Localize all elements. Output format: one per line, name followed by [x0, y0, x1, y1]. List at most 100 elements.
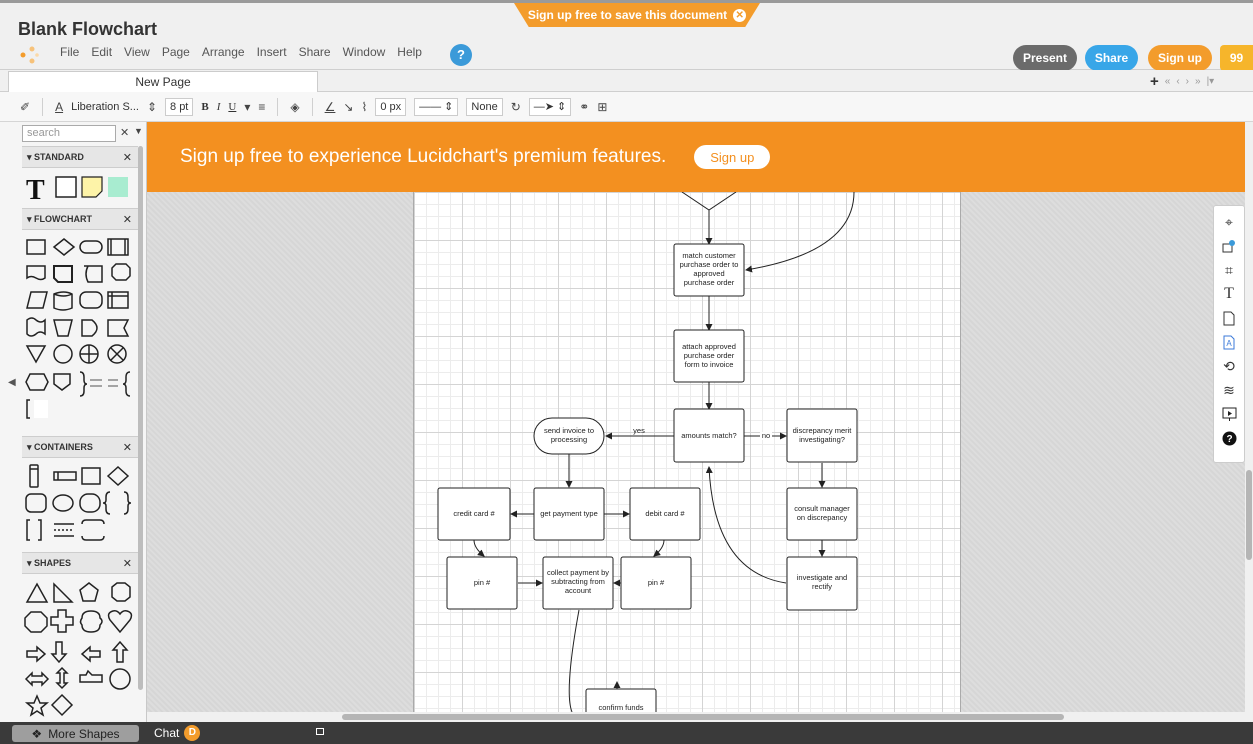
signup-button[interactable]: Sign up: [1148, 45, 1212, 71]
menu-insert[interactable]: Insert: [257, 45, 287, 59]
container-shapes[interactable]: [24, 462, 136, 546]
format-painter-icon[interactable]: ✐: [20, 100, 30, 114]
share-button[interactable]: Share: [1085, 45, 1138, 71]
chat-button[interactable]: Chat D: [154, 725, 201, 741]
section-shapes-label: SHAPES: [34, 558, 72, 568]
presentation-icon[interactable]: [1219, 404, 1239, 424]
section-flowchart[interactable]: ▾ FLOWCHART ✕: [22, 208, 138, 230]
node-match-label: approved: [693, 269, 724, 278]
search-menu-icon[interactable]: ▼: [134, 126, 143, 136]
line-width-field[interactable]: 0 px: [375, 97, 407, 116]
font-select[interactable]: Liberation S...: [71, 101, 139, 113]
revision-history-icon[interactable]: ⟲: [1219, 356, 1239, 376]
crosshair-icon[interactable]: ⌖: [1219, 212, 1239, 232]
bold-button[interactable]: B: [201, 101, 208, 113]
promo-signup-button[interactable]: Sign up: [694, 145, 771, 169]
page-settings-icon[interactable]: A: [1219, 332, 1239, 352]
menu-window[interactable]: Window: [343, 45, 386, 59]
menu-arrange[interactable]: Arrange: [202, 45, 245, 59]
fill-bucket-icon[interactable]: [1219, 236, 1239, 256]
line-color-icon[interactable]: ∠: [325, 100, 336, 114]
drawing-canvas[interactable]: match customer purchase order to approve…: [147, 192, 1253, 712]
layers-icon[interactable]: ≋: [1219, 380, 1239, 400]
text-color-icon[interactable]: A: [55, 100, 63, 114]
close-icon[interactable]: ✕: [733, 8, 747, 22]
save-signup-text[interactable]: Sign up free to save this document: [528, 8, 727, 22]
section-containers[interactable]: ▾ CONTAINERS ✕: [22, 436, 138, 458]
vertical-scroll-thumb[interactable]: [1246, 470, 1252, 560]
connector[interactable]: [473, 539, 485, 557]
close-icon[interactable]: ✕: [123, 557, 132, 570]
vertical-scrollbar[interactable]: [1245, 122, 1253, 712]
page-icon[interactable]: [1219, 308, 1239, 328]
decision-shape-partial[interactable]: [681, 192, 737, 211]
align-icon[interactable]: ≡: [258, 100, 265, 114]
line-style-icon[interactable]: ↘: [343, 100, 353, 114]
menu-view[interactable]: View: [124, 45, 150, 59]
rotate-icon[interactable]: ↻: [511, 100, 521, 114]
feedback-button[interactable]: 99: [1220, 45, 1253, 71]
link-icon[interactable]: ⚭: [579, 100, 589, 114]
underline-button[interactable]: U: [228, 101, 236, 113]
arrow-style-select[interactable]: —➤ ⇕: [528, 97, 572, 116]
connector[interactable]: [705, 466, 787, 584]
menu-page[interactable]: Page: [162, 45, 190, 59]
menu-share[interactable]: Share: [299, 45, 331, 59]
flowchart-shapes[interactable]: [24, 234, 136, 430]
italic-button[interactable]: I: [217, 101, 221, 113]
hop-icon[interactable]: ⌇: [361, 100, 367, 114]
collapse-sidebar-icon[interactable]: ◀: [8, 377, 16, 389]
position-icon[interactable]: ⌗: [1219, 260, 1239, 280]
menu-help[interactable]: Help: [397, 45, 422, 59]
shape-search-input[interactable]: search: [22, 125, 116, 142]
shape-library-sidebar: ◀ search ✕ ▼ ▾ STANDARD ✕ T ▾ FLOWCHART ✕: [0, 122, 147, 722]
svg-text:T: T: [26, 175, 45, 204]
standard-shapes[interactable]: T: [24, 172, 134, 204]
connector[interactable]: [745, 192, 855, 273]
tab-new-page[interactable]: New Page: [8, 71, 318, 92]
flowchart-diagram[interactable]: match customer purchase order to approve…: [414, 192, 962, 712]
present-button[interactable]: Present: [1013, 45, 1077, 71]
chevron-down-icon[interactable]: ▾: [244, 100, 250, 114]
help-icon[interactable]: ?: [450, 44, 472, 66]
basic-shapes[interactable]: [24, 578, 136, 722]
font-size-field[interactable]: 8 pt: [165, 97, 194, 116]
fill-color-icon[interactable]: ◈: [290, 100, 299, 114]
clear-search-icon[interactable]: ✕: [120, 126, 129, 139]
next-page-icon[interactable]: ›: [1186, 76, 1189, 87]
canvas-page[interactable]: match customer purchase order to approve…: [413, 192, 961, 712]
more-shapes-button[interactable]: ❖ More Shapes: [12, 725, 139, 742]
chevron-updown-icon[interactable]: ⇕: [147, 100, 157, 114]
section-shapes[interactable]: ▾ SHAPES ✕: [22, 552, 138, 574]
insert-shape-icon[interactable]: ⊞: [597, 100, 607, 114]
close-icon[interactable]: ✕: [123, 441, 132, 454]
help-icon[interactable]: ?: [1219, 428, 1239, 448]
close-icon[interactable]: ✕: [123, 213, 132, 226]
bottom-bar: ❖ More Shapes Chat D: [0, 722, 1253, 744]
horizontal-scroll-thumb[interactable]: [342, 714, 1064, 720]
close-icon[interactable]: ✕: [123, 151, 132, 164]
chat-window-icon[interactable]: [316, 728, 324, 735]
node-send-label: send invoice to: [544, 426, 594, 435]
line-dash-select[interactable]: —— ⇕: [414, 97, 459, 116]
section-standard[interactable]: ▾ STANDARD ✕: [22, 146, 138, 168]
page-menu-icon[interactable]: |▾: [1207, 76, 1215, 87]
text-icon[interactable]: T: [1219, 284, 1239, 304]
connector[interactable]: [653, 539, 665, 557]
end-style-select[interactable]: None: [466, 97, 503, 116]
menu-file[interactable]: File: [60, 45, 79, 59]
first-page-icon[interactable]: «: [1165, 76, 1171, 87]
horizontal-scrollbar[interactable]: [147, 712, 1253, 722]
lucidchart-logo-icon[interactable]: [18, 45, 40, 65]
save-signup-banner[interactable]: Sign up free to save this document ✕: [514, 3, 760, 27]
document-title[interactable]: Blank Flowchart: [18, 19, 157, 40]
node-collect-label: account: [565, 586, 592, 595]
node-consult-label: consult manager: [794, 504, 850, 513]
menu-edit[interactable]: Edit: [91, 45, 112, 59]
connector[interactable]: [568, 609, 580, 712]
prev-page-icon[interactable]: ‹: [1176, 76, 1179, 87]
last-page-icon[interactable]: »: [1195, 76, 1201, 87]
sidebar-scrollbar[interactable]: [138, 146, 143, 690]
add-page-icon[interactable]: +: [1150, 73, 1159, 90]
section-flowchart-label: FLOWCHART: [34, 214, 93, 224]
